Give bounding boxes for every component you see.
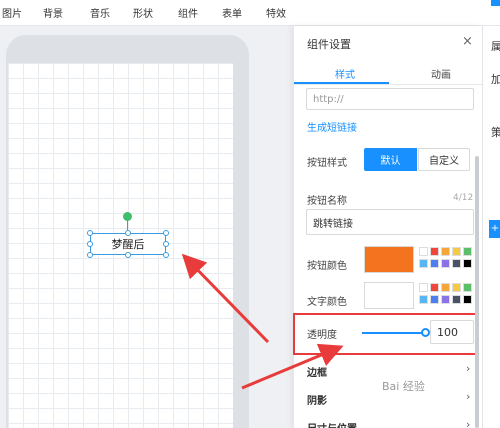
color-swatch[interactable]: [452, 247, 461, 256]
button-name-input[interactable]: 跳转链接: [306, 209, 474, 235]
section-size-position[interactable]: 尺寸与位置: [307, 420, 357, 428]
toolbar-item-component[interactable]: 组件: [178, 5, 198, 20]
color-swatch[interactable]: [430, 247, 439, 256]
color-swatch[interactable]: [430, 283, 439, 292]
panel-scrollbar[interactable]: [475, 156, 479, 428]
color-swatch[interactable]: [452, 259, 461, 268]
right-edge-tab-strategy[interactable]: 策: [491, 124, 500, 140]
add-tab-icon[interactable]: +: [489, 220, 500, 238]
opacity-value: 100: [437, 325, 458, 339]
toolbar-item-image[interactable]: 图片: [2, 5, 22, 20]
color-swatch[interactable]: [441, 259, 450, 268]
opacity-slider-track[interactable]: [362, 332, 424, 334]
name-char-counter: 4/12: [453, 193, 474, 203]
color-swatch[interactable]: [463, 247, 472, 256]
right-properties-strip: 属 加 策 +: [482, 0, 500, 428]
section-shadow[interactable]: 阴影: [307, 392, 327, 407]
text-color-label: 文字颜色: [307, 297, 347, 308]
button-color-palette: [419, 247, 475, 268]
resize-handle-ne[interactable]: [163, 230, 169, 236]
button-name-label: 按钮名称: [307, 196, 347, 207]
chevron-right-icon[interactable]: ›: [466, 418, 470, 428]
button-color-label: 按钮颜色: [307, 261, 347, 272]
resize-handle-nw[interactable]: [87, 230, 93, 236]
button-style-label: 按钮样式: [307, 158, 347, 169]
panel-title: 组件设置: [307, 38, 351, 51]
resize-handle-w[interactable]: [87, 241, 93, 247]
toolbar-item-music[interactable]: 音乐: [90, 5, 110, 20]
toolbar-item-effects[interactable]: 特效: [266, 5, 286, 20]
resize-handle-n[interactable]: [125, 230, 131, 236]
color-swatch[interactable]: [430, 259, 439, 268]
color-swatch[interactable]: [463, 259, 472, 268]
color-swatch[interactable]: [419, 295, 428, 304]
color-swatch[interactable]: [463, 295, 472, 304]
color-swatch[interactable]: [452, 283, 461, 292]
url-placeholder: http://: [313, 93, 344, 105]
section-border[interactable]: 边框: [307, 364, 327, 379]
watermark: Bai 经验: [382, 380, 425, 393]
tab-divider: [294, 84, 483, 85]
text-color-palette: [419, 283, 475, 304]
color-swatch[interactable]: [463, 283, 472, 292]
component-label: 梦醒后: [111, 238, 145, 251]
color-swatch[interactable]: [441, 295, 450, 304]
corner-accent: [491, 0, 500, 6]
color-swatch[interactable]: [441, 283, 450, 292]
resize-handle-sw[interactable]: [87, 252, 93, 258]
color-swatch[interactable]: [419, 247, 428, 256]
generate-short-link[interactable]: 生成短链接: [307, 119, 357, 134]
toolbar-item-background[interactable]: 背景: [43, 5, 63, 20]
right-edge-tab-properties[interactable]: 属: [491, 38, 500, 54]
link-url-input[interactable]: http://: [306, 88, 474, 110]
color-swatch[interactable]: [419, 283, 428, 292]
tab-animation[interactable]: 动画: [431, 66, 451, 81]
color-swatch[interactable]: [452, 295, 461, 304]
tab-style[interactable]: 样式: [335, 66, 355, 81]
rotate-handle-line: [127, 220, 128, 230]
opacity-slider-knob[interactable]: [421, 328, 430, 337]
resize-handle-e[interactable]: [163, 241, 169, 247]
color-swatch[interactable]: [430, 295, 439, 304]
close-icon[interactable]: ×: [462, 34, 473, 49]
opacity-label: 透明度: [307, 330, 337, 341]
toolbar-item-form[interactable]: 表单: [222, 5, 242, 20]
opacity-value-input[interactable]: 100: [430, 320, 474, 344]
right-edge-tab-add[interactable]: 加: [491, 71, 500, 87]
top-toolbar: 图片 背景 音乐 形状 组件 表单 特效: [0, 0, 500, 26]
style-custom-button[interactable]: 自定义: [418, 148, 470, 171]
chevron-right-icon[interactable]: ›: [466, 390, 470, 403]
chevron-right-icon[interactable]: ›: [466, 362, 470, 375]
component-settings-panel: 组件设置 × 样式 动画 http:// 生成短链接 按钮样式 默认 自定义 按…: [293, 26, 483, 428]
button-name-value: 跳转链接: [313, 218, 353, 230]
text-color-picker[interactable]: [364, 282, 414, 309]
style-default-button[interactable]: 默认: [364, 148, 417, 171]
color-swatch[interactable]: [419, 259, 428, 268]
resize-handle-se[interactable]: [163, 252, 169, 258]
toolbar-item-shape[interactable]: 形状: [133, 5, 153, 20]
color-swatch[interactable]: [441, 247, 450, 256]
button-color-picker[interactable]: [364, 246, 414, 273]
resize-handle-s[interactable]: [125, 252, 131, 258]
